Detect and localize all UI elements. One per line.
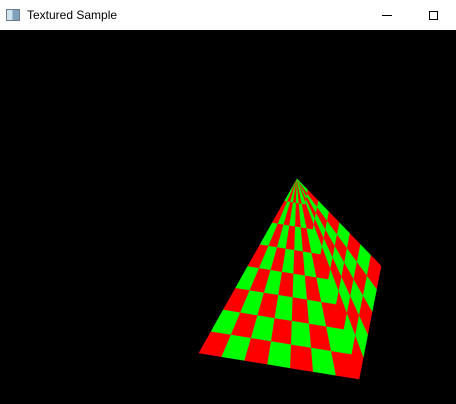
- maximize-button[interactable]: [410, 0, 456, 30]
- texture-tile: [291, 296, 310, 324]
- texture-tile: [267, 340, 292, 369]
- minimize-icon: [382, 14, 392, 16]
- maximize-icon: [428, 10, 438, 20]
- app-icon: [6, 9, 20, 21]
- texture-tile: [290, 320, 312, 348]
- application-window: Textured Sample: [0, 0, 456, 404]
- pyramid-render: [198, 178, 382, 380]
- texture-tile: [290, 343, 314, 372]
- title-bar[interactable]: Textured Sample: [0, 0, 456, 30]
- render-viewport[interactable]: [0, 30, 456, 404]
- window-title: Textured Sample: [27, 8, 118, 22]
- window-controls: [364, 0, 456, 30]
- texture-tile: [270, 317, 293, 345]
- minimize-button[interactable]: [364, 0, 410, 30]
